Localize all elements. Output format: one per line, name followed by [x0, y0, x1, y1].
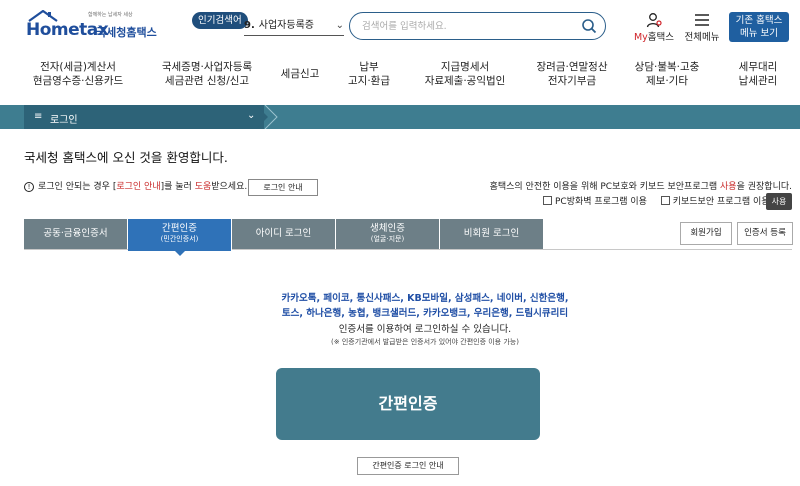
all-menu-button[interactable]: 전체메뉴 [682, 12, 722, 43]
site-header: 함께하는 납세자 세상 Hometax 국세청홈택스 인기검색어 9. 사업자등록… [0, 0, 800, 52]
search-box [349, 12, 606, 40]
my-hometax-button[interactable]: My홈택스 [632, 12, 676, 43]
my-hometax-label: My홈택스 [633, 32, 675, 43]
nav-item-consulting[interactable]: 상담·불복·고충 제보·기타 [630, 60, 704, 98]
provider-list-line1: 카카오톡, 페이코, 통신사패스, KB모바일, 삼성패스, 네이버, 신한은행… [281, 293, 569, 304]
nav-item-incentive[interactable]: 장려금·연말정산 전자기부금 [528, 60, 616, 98]
nav-item-tax-return[interactable]: 세금신고 [272, 60, 328, 98]
login-guide-link[interactable]: 로그인 안내 [116, 182, 160, 192]
login-help-text: ! 로그인 안되는 경우 [로그인 안내]를 눌러 도움받으세요. [24, 178, 247, 198]
popular-search-badge: 인기검색어 [192, 12, 248, 29]
tab-joint-certificate[interactable]: 공동·금융인증서 [24, 219, 128, 249]
nav-item-certificates[interactable]: 국세증명·사업자등록 세금관련 신청/신고 [155, 60, 259, 98]
popular-term: 사업자등록증 [258, 20, 314, 31]
search-icon[interactable] [581, 18, 597, 34]
user-icon [646, 13, 662, 28]
simple-auth-button[interactable]: 간편인증 [276, 368, 540, 440]
hamburger-menu-icon [695, 14, 709, 26]
tab-guest-login[interactable]: 비회원 로그인 [440, 219, 544, 249]
page-title: 국세청 홈택스에 오신 것을 환영합니다. [24, 150, 228, 165]
info-icon: ! [24, 182, 34, 192]
logo-subtitle: 국세청홈택스 [96, 26, 157, 39]
tab-id-login[interactable]: 아이디 로그인 [232, 219, 336, 249]
search-input[interactable] [362, 18, 577, 34]
nav-item-e-invoice[interactable]: 전자(세금)계산서 현금영수증·신용카드 [28, 60, 128, 98]
security-options: PC방화벽 프로그램 이용 키보드보안 프로그램 이용 [543, 194, 770, 210]
simple-auth-guide-button[interactable]: 간편인증 로그인 안내 [357, 457, 459, 475]
tab-biometric[interactable]: 생체인증 (얼굴·지문) [336, 219, 440, 249]
provider-list: 카카오톡, 페이코, 통신사패스, KB모바일, 삼성패스, 네이버, 신한은행… [200, 292, 650, 321]
popular-rank: 9. [244, 20, 255, 31]
login-guide-button[interactable]: 로그인 안내 [248, 179, 318, 196]
security-notice: 홈택스의 안전한 이용을 위해 PC보호와 키보드 보안프로그램 사용을 권장합… [489, 182, 792, 192]
chevron-down-icon: ⌄ [335, 20, 344, 31]
chevron-down-icon[interactable]: ⌄ [247, 110, 255, 121]
breadcrumb-label: 로그인 [50, 115, 78, 126]
simple-auth-description: 인증서를 이용하여 로그인하실 수 있습니다. [338, 324, 512, 335]
active-tab-pointer [174, 250, 186, 256]
popular-search-dropdown[interactable]: 9. 사업자등록증 ⌄ [244, 16, 344, 36]
breadcrumb: ≡ 로그인 ⌄ [0, 105, 800, 129]
nav-item-payment-statement[interactable]: 지급명세서 자료제출·공익법인 [414, 60, 516, 98]
nav-item-tax-agent[interactable]: 세무대리 납세관리 [728, 60, 788, 98]
cert-register-button[interactable]: 인증서 등록 [737, 222, 793, 245]
simple-auth-note: (※ 인증기관에서 발급받은 인증서가 있어야 간편인증 이용 가능) [331, 338, 519, 346]
pc-firewall-label: PC방화벽 프로그램 이용 [555, 197, 647, 207]
breadcrumb-separator-icon [264, 105, 278, 129]
legacy-menu-line1: 기존 홈택스 [735, 15, 783, 26]
hometax-logo[interactable]: 함께하는 납세자 세상 Hometax 국세청홈택스 [26, 10, 158, 42]
keyboard-security-checkbox[interactable] [660, 196, 670, 205]
login-tabs: 공동·금융인증서 간편인증 (민간인증서) 아이디 로그인 생체인증 (얼굴·지… [24, 219, 544, 251]
main-navigation: 전자(세금)계산서 현금영수증·신용카드 국세증명·사업자등록 세금관련 신청/신고… [0, 60, 800, 100]
legacy-menu-line2: 메뉴 보기 [740, 28, 778, 39]
use-security-button[interactable]: 사용 [766, 193, 792, 210]
signup-button[interactable]: 회원가입 [680, 222, 732, 245]
keyboard-security-label: 키보드보안 프로그램 이용 [672, 197, 770, 207]
legacy-menu-button[interactable]: 기존 홈택스 메뉴 보기 [729, 12, 789, 42]
provider-list-line2: 토스, 하나은행, 농협, 뱅크샐러드, 카카오뱅크, 우리은행, 드림시큐리티 [281, 307, 569, 319]
all-menu-label: 전체메뉴 [684, 32, 720, 43]
pc-firewall-checkbox[interactable] [543, 196, 552, 205]
tab-simple-auth[interactable]: 간편인증 (민간인증서) [128, 219, 232, 251]
breadcrumb-menu-icon: ≡ [34, 111, 43, 122]
nav-item-payment[interactable]: 납부 고지·환급 [336, 60, 402, 98]
logo-tagline: 함께하는 납세자 세상 [88, 12, 133, 18]
